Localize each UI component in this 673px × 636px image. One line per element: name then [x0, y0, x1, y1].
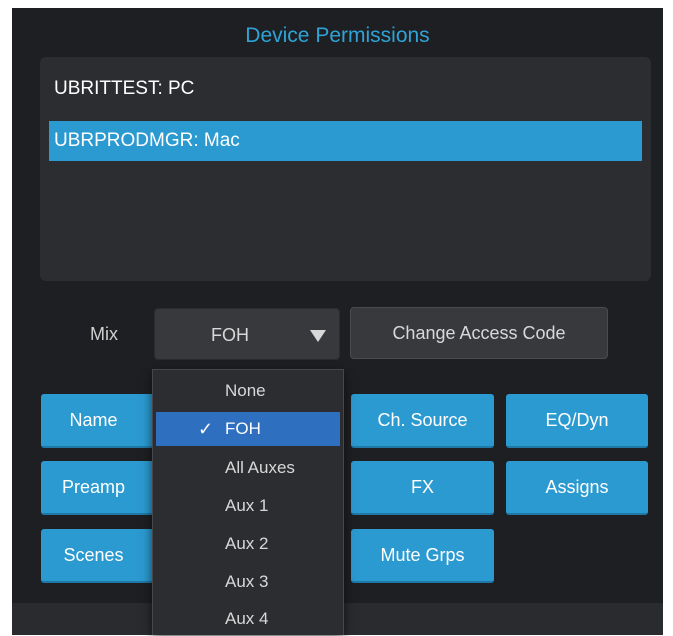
triangle-down-icon — [310, 330, 326, 342]
device-item-selected[interactable]: UBRPRODMGR: Mac — [49, 121, 642, 161]
mix-select[interactable]: FOH — [154, 308, 340, 360]
mix-label: Mix — [90, 324, 118, 344]
permission-button-eq-dyn[interactable]: EQ/Dyn — [506, 394, 648, 448]
dropdown-option[interactable]: Aux 4 — [153, 602, 343, 636]
device-list[interactable]: UBRITTEST: PC UBRPRODMGR: Mac — [40, 57, 651, 281]
mix-select-value: FOH — [211, 325, 249, 345]
dropdown-option-selected[interactable]: ✓ FOH — [156, 412, 340, 446]
dropdown-option[interactable]: Aux 2 — [153, 527, 343, 561]
checkmark-icon: ✓ — [198, 419, 214, 439]
dropdown-option-label: FOH — [225, 419, 261, 438]
dropdown-option[interactable]: Aux 1 — [153, 489, 343, 523]
permission-button-fx[interactable]: FX — [351, 461, 494, 515]
dropdown-option[interactable]: All Auxes — [153, 451, 343, 485]
permission-button-assigns[interactable]: Assigns — [506, 461, 648, 515]
permission-button-mute-grps[interactable]: Mute Grps — [351, 529, 494, 583]
mix-dropdown-menu: None ✓ FOH All Auxes Aux 1 Aux 2 Aux 3 A… — [152, 369, 344, 635]
dropdown-option[interactable]: Aux 3 — [153, 565, 343, 599]
permission-button-ch-source[interactable]: Ch. Source — [351, 394, 494, 448]
change-access-code-button[interactable]: Change Access Code — [350, 307, 608, 359]
panel-title: Device Permissions — [245, 24, 430, 47]
device-item[interactable]: UBRITTEST: PC — [49, 69, 642, 109]
dropdown-option[interactable]: None — [153, 374, 343, 408]
